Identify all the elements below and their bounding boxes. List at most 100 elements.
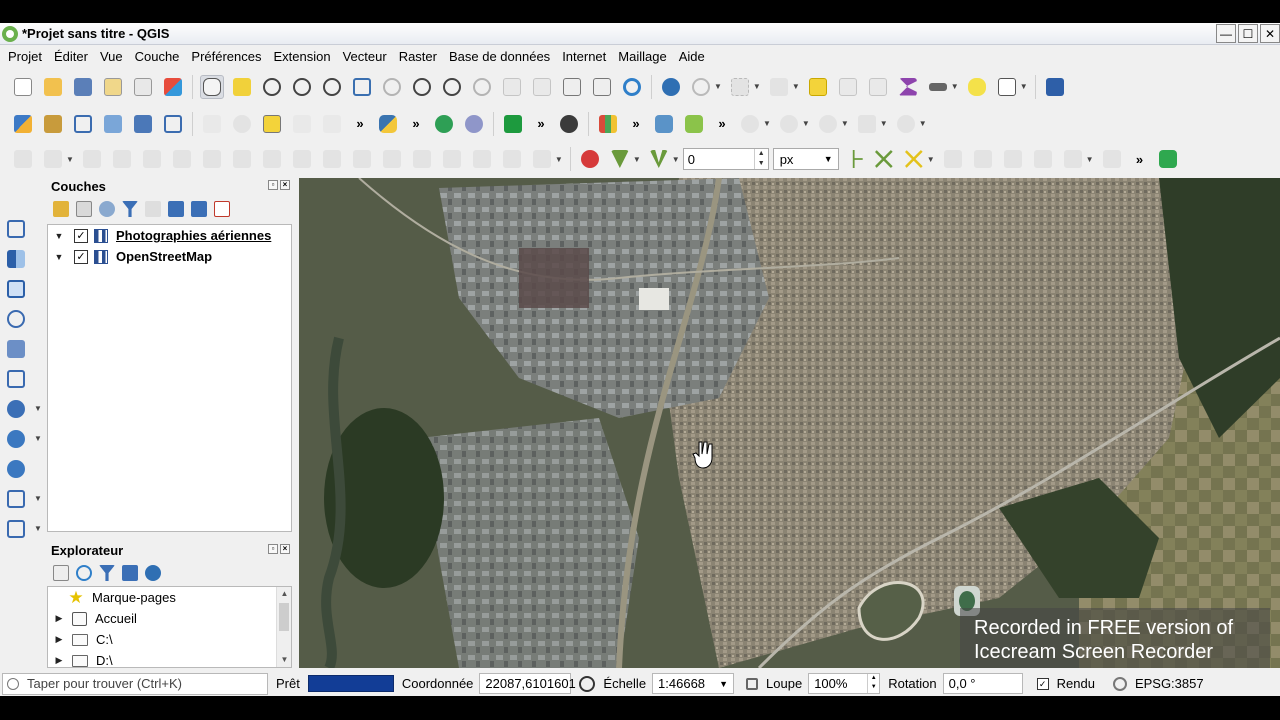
actions-button[interactable]	[689, 75, 713, 99]
snapping-enable-button[interactable]	[578, 147, 602, 171]
add-delimited-text-button[interactable]	[4, 307, 28, 331]
temporal-button[interactable]	[530, 75, 554, 99]
menu-couche[interactable]: Couche	[129, 49, 186, 64]
identify-button[interactable]	[659, 75, 683, 99]
float-panel-button[interactable]: ▫	[268, 544, 278, 554]
add-wfs-layer-button[interactable]	[4, 457, 28, 481]
digitize-button-17[interactable]	[500, 147, 524, 171]
pan-to-selection-button[interactable]	[230, 75, 254, 99]
map-canvas[interactable]: Recorded in FREE version of Icecream Scr…	[299, 178, 1280, 668]
new-temporary-layer-button[interactable]	[131, 112, 155, 136]
toggle-extents-icon[interactable]	[579, 675, 596, 692]
text-annotation-button[interactable]	[995, 75, 1019, 99]
add-vector-layer-button[interactable]	[4, 217, 28, 241]
crs-button[interactable]: EPSG:3857	[1135, 676, 1204, 691]
chevron-down-icon[interactable]: ▼	[792, 82, 800, 91]
label-toolbar-button-3[interactable]	[260, 112, 284, 136]
style-manager-button[interactable]	[161, 75, 185, 99]
expand-icon[interactable]: ▶	[52, 634, 66, 645]
topology-editing-button[interactable]	[842, 147, 866, 171]
help-button[interactable]	[1043, 75, 1067, 99]
chevron-down-icon[interactable]: ▼	[1086, 155, 1094, 164]
float-panel-button[interactable]: ▫	[268, 180, 278, 190]
plugin-button-5[interactable]	[596, 112, 620, 136]
scroll-thumb[interactable]	[279, 603, 289, 631]
new-vector-layer-button[interactable]: ▼	[4, 517, 42, 541]
plugin-button-12[interactable]	[894, 112, 918, 136]
filter-legend-icon[interactable]	[122, 201, 138, 217]
layer-visibility-checkbox[interactable]: ✓	[74, 249, 88, 264]
plugin-button-11[interactable]	[855, 112, 879, 136]
add-selected-icon[interactable]	[53, 565, 69, 581]
digitize-button-4[interactable]	[110, 147, 134, 171]
collapse-icon[interactable]: ▼	[52, 231, 66, 241]
processing-toolbox-button[interactable]	[1156, 147, 1180, 171]
label-toolbar-button-5[interactable]	[320, 112, 344, 136]
rotation-input[interactable]: 0,0 °	[942, 673, 1023, 694]
lock-icon[interactable]	[746, 677, 759, 690]
new-map-view-button[interactable]	[500, 75, 524, 99]
digitize-button-2[interactable]	[41, 147, 65, 171]
scroll-down-icon[interactable]: ▼	[277, 653, 292, 667]
digitize-button-6[interactable]	[170, 147, 194, 171]
menu-projet[interactable]: Projet	[2, 49, 48, 64]
label-toolbar-button-4[interactable]	[290, 112, 314, 136]
select-by-value-button[interactable]	[767, 75, 791, 99]
add-wms-layer-button[interactable]: ▼	[4, 427, 42, 451]
chevron-down-icon[interactable]: ▼	[841, 119, 849, 128]
add-wcs-layer-button[interactable]: ▼	[4, 487, 42, 511]
chevron-down-icon[interactable]: ▼	[927, 155, 935, 164]
measure-button[interactable]	[926, 75, 950, 99]
refresh-button[interactable]	[620, 75, 644, 99]
filter-expression-icon[interactable]	[145, 201, 161, 217]
snapping-mode-button[interactable]	[608, 147, 632, 171]
chevron-down-icon[interactable]: ▼	[633, 155, 641, 164]
new-geopackage-button[interactable]	[41, 112, 65, 136]
menu-raster[interactable]: Raster	[393, 49, 443, 64]
advanced-digitize-button-2[interactable]	[971, 147, 995, 171]
minimize-button[interactable]: —	[1216, 24, 1236, 43]
browser-item-home[interactable]: ▶ Accueil	[48, 608, 291, 629]
digitize-button-5[interactable]	[140, 147, 164, 171]
plugin-button-9[interactable]	[777, 112, 801, 136]
add-virtual-layer-button[interactable]	[4, 367, 28, 391]
chevron-down-icon[interactable]: ▼	[880, 119, 888, 128]
data-source-manager-button[interactable]	[11, 112, 35, 136]
render-checkbox[interactable]: ✓	[1036, 677, 1049, 690]
chevron-down-icon[interactable]: ▼	[714, 82, 722, 91]
plugin-button-1[interactable]	[432, 112, 456, 136]
style-layer-icon[interactable]	[53, 201, 69, 217]
plugin-button-10[interactable]	[816, 112, 840, 136]
plugin-button-7[interactable]	[682, 112, 706, 136]
coordinate-field[interactable]: 22087,6101601	[479, 673, 576, 694]
add-mesh-layer-button[interactable]	[4, 277, 28, 301]
chevron-down-icon[interactable]: ▼	[672, 155, 680, 164]
toolbar-more-button[interactable]: »	[629, 116, 643, 131]
chevron-down-icon[interactable]: ▼	[919, 119, 927, 128]
add-raster-layer-button[interactable]	[4, 247, 28, 271]
advanced-digitize-button-1[interactable]	[941, 147, 965, 171]
snapping-intersection-button[interactable]	[902, 147, 926, 171]
menu-vue[interactable]: Vue	[94, 49, 129, 64]
collapse-all-icon[interactable]	[122, 565, 138, 581]
remove-layer-icon[interactable]	[214, 201, 230, 217]
menu-maillage[interactable]: Maillage	[612, 49, 672, 64]
chevron-down-icon[interactable]: ▼	[753, 82, 761, 91]
digitize-button-14[interactable]	[410, 147, 434, 171]
scroll-up-icon[interactable]: ▲	[277, 587, 292, 601]
snapping-unit-select[interactable]: px ▼	[772, 148, 839, 170]
collapse-icon[interactable]: ▼	[52, 252, 66, 262]
browser-item-c-drive[interactable]: ▶ C:\	[48, 629, 291, 650]
expand-all-icon[interactable]	[168, 201, 184, 217]
plugin-button-6[interactable]	[652, 112, 676, 136]
zoom-last-button[interactable]	[440, 75, 464, 99]
menu-preferences[interactable]: Préférences	[185, 49, 267, 64]
zoom-full-button[interactable]	[350, 75, 374, 99]
python-console-button[interactable]	[376, 112, 400, 136]
chevron-down-icon[interactable]: ▼	[555, 155, 563, 164]
digitize-button-9[interactable]	[260, 147, 284, 171]
menu-editer[interactable]: Éditer	[48, 49, 94, 64]
digitize-button-1[interactable]	[11, 147, 35, 171]
advanced-digitize-button-3[interactable]	[1001, 147, 1025, 171]
toolbar-more-button[interactable]: »	[534, 116, 548, 131]
